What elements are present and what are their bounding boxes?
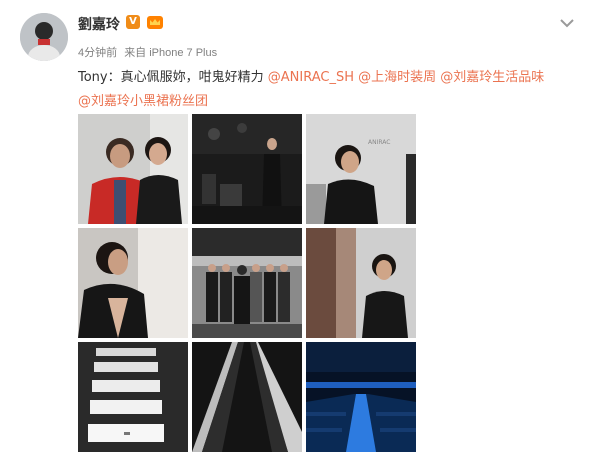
mention-fanclub[interactable]: @刘嘉玲小黑裙粉丝团 <box>78 94 208 109</box>
post-time[interactable]: 4分钟前 <box>78 47 117 59</box>
photo-6[interactable] <box>306 228 416 338</box>
post-meta: 4分钟前 来自 iPhone 7 Plus <box>78 44 221 60</box>
photo-2[interactable] <box>192 114 302 224</box>
post-source: 来自 iPhone 7 Plus <box>124 47 218 59</box>
photo-1[interactable] <box>78 114 188 224</box>
photo-5[interactable] <box>192 228 302 338</box>
runway-logo-text: ANIRAC <box>368 139 390 146</box>
avatar[interactable] <box>20 13 68 61</box>
vip-v-icon: V <box>126 15 140 29</box>
crown-badge-icon[interactable] <box>146 13 164 31</box>
photo-7[interactable] <box>78 342 188 452</box>
chevron-down-icon[interactable] <box>559 14 575 28</box>
mention-shanghai-fashion-week[interactable]: @上海时装周 <box>358 70 436 85</box>
mention-anirac[interactable]: @ANIRAC_SH <box>268 70 354 85</box>
photo-8[interactable] <box>192 342 302 452</box>
photo-3[interactable]: ANIRAC <box>306 114 416 224</box>
post-text: Tony：真心佩服妳，咁鬼好精力 @ANIRAC_SH @上海时装周 @刘嘉玲生… <box>78 66 583 114</box>
photo-9[interactable] <box>306 342 416 452</box>
mention-lifestyle[interactable]: @刘嘉玲生活品味 <box>440 70 544 85</box>
post-text-body: Tony：真心佩服妳，咁鬼好精力 <box>78 70 264 85</box>
username[interactable]: 劉嘉玲 <box>78 14 120 34</box>
photo-4[interactable] <box>78 228 188 338</box>
